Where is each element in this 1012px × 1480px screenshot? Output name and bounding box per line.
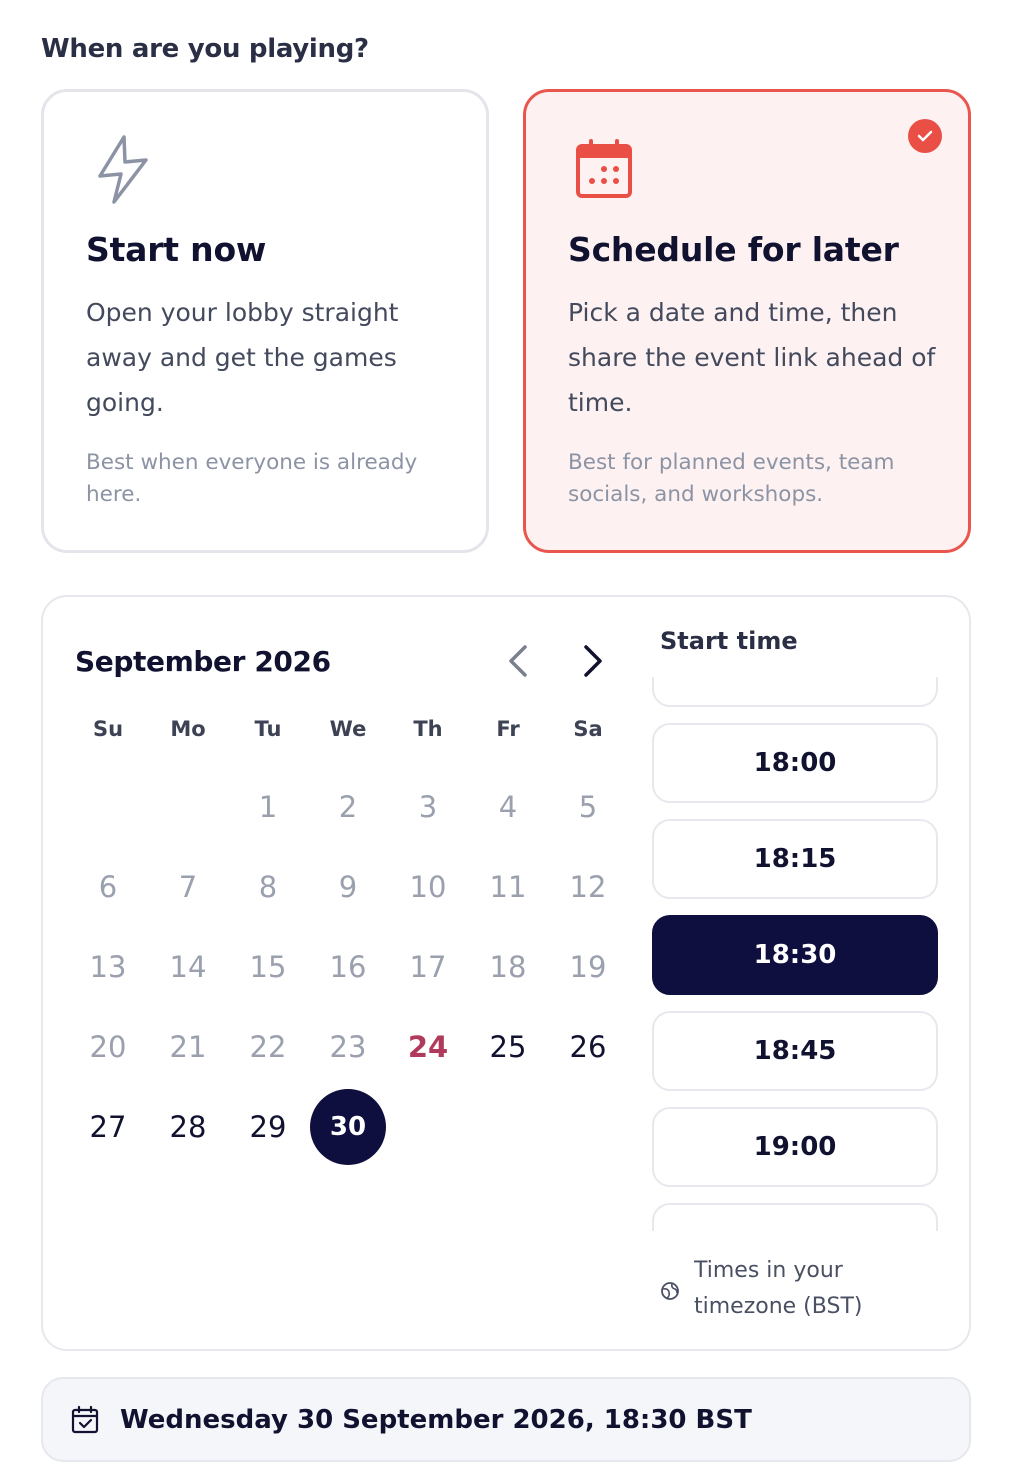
- time-slot[interactable]: 18:15: [652, 819, 938, 899]
- time-slot-list[interactable]: 18:00 18:15 18:30 18:45 19:00: [651, 677, 941, 1231]
- calendar-grid: 1 2 3 4 5 6 7 8 9 10 11 12 13 14 15 16 17 18 19 20 21 22 23 24 2…: [68, 767, 628, 1167]
- start-now-option[interactable]: Start now Open your lobby straight away …: [41, 89, 489, 553]
- calendar-day: 23: [329, 1030, 367, 1064]
- time-slot-partial[interactable]: [652, 1203, 938, 1231]
- calendar-icon: [576, 139, 632, 198]
- calendar-day: 1: [258, 790, 278, 824]
- weekday-label: Sa: [573, 717, 603, 741]
- start-now-hint: Best when everyone is already here.: [86, 450, 418, 507]
- weekday-label: Th: [413, 717, 443, 741]
- calendar-day: 11: [489, 870, 527, 904]
- calendar-day: 21: [169, 1030, 207, 1064]
- calendar-day: 13: [89, 950, 127, 984]
- calendar-day: 17: [409, 950, 447, 984]
- start-now-description: Open your lobby straight away and get th…: [86, 298, 399, 417]
- date-time-picker: September 2026 Su Mo Tu We Th Fr Sa 1234567891…: [41, 595, 971, 1351]
- time-slot[interactable]: 19:00: [652, 1107, 938, 1187]
- time-slot[interactable]: 18:00: [652, 723, 938, 803]
- weekday-label: Tu: [254, 717, 282, 741]
- chevron-left-icon: [509, 645, 527, 677]
- calendar-day[interactable]: 24: [388, 1007, 468, 1087]
- start-now-title: Start now: [86, 230, 267, 269]
- calendar-day: 8: [258, 870, 278, 904]
- calendar-day[interactable]: 29: [228, 1087, 308, 1167]
- schedule-later-description: Pick a date and time, then share the eve…: [568, 298, 936, 417]
- calendar-day: 7: [178, 870, 198, 904]
- calendar-day: 6: [98, 870, 118, 904]
- schedule-later-hint: Best for planned events, team socials, a…: [568, 450, 895, 507]
- weekday-label: Fr: [496, 717, 520, 741]
- calendar-day[interactable]: 25: [468, 1007, 548, 1087]
- schedule-later-option[interactable]: Schedule for later Pick a date and time,…: [523, 89, 971, 553]
- calendar-blank: [148, 767, 228, 847]
- chevron-right-icon: [584, 645, 602, 677]
- timezone-text: Times in your timezone (BST): [694, 1258, 863, 1319]
- summary-text: Wednesday 30 September 2026, 18:30 BST: [120, 1404, 752, 1435]
- calendar-day[interactable]: 28: [148, 1087, 228, 1167]
- calendar-day: 15: [249, 950, 287, 984]
- time-slot-selected[interactable]: 18:30: [652, 915, 938, 995]
- lightning-icon: [98, 135, 148, 204]
- selected-datetime-summary: Wednesday 30 September 2026, 18:30 BST: [41, 1377, 971, 1462]
- calendar-day: 5: [578, 790, 598, 824]
- calendar-day: 9: [338, 870, 358, 904]
- calendar-check-icon: [71, 1405, 99, 1433]
- selected-check-icon: [908, 119, 942, 153]
- next-month-button[interactable]: [573, 641, 613, 681]
- month-label: September 2026: [75, 645, 331, 678]
- globe-icon: [661, 1282, 679, 1300]
- calendar-day: 12: [569, 870, 607, 904]
- previous-month-button[interactable]: [498, 641, 538, 681]
- calendar-day: 2: [338, 790, 358, 824]
- calendar-day[interactable]: 26: [548, 1007, 628, 1087]
- selected-day-label: 30: [310, 1089, 386, 1165]
- calendar-day: 20: [89, 1030, 127, 1064]
- calendar-blank: [68, 767, 148, 847]
- calendar-day: 19: [569, 950, 607, 984]
- weekday-label: Su: [92, 717, 124, 741]
- calendar-day: 18: [489, 950, 527, 984]
- timezone-note: Times in your timezone (BST): [660, 1253, 894, 1325]
- calendar-day: 16: [329, 950, 367, 984]
- weekday-label: Mo: [170, 717, 206, 741]
- calendar-day[interactable]: 27: [68, 1087, 148, 1167]
- schedule-later-title: Schedule for later: [568, 230, 899, 269]
- calendar-day: 10: [409, 870, 447, 904]
- calendar-day: 22: [249, 1030, 287, 1064]
- calendar-day: 3: [418, 790, 438, 824]
- weekday-label: We: [329, 717, 367, 741]
- time-slot[interactable]: 18:45: [652, 1011, 938, 1091]
- calendar-day-selected[interactable]: 30: [308, 1087, 388, 1167]
- start-time-title: Start time: [660, 627, 798, 655]
- page-heading: When are you playing?: [41, 34, 369, 64]
- weekday-header: Su Mo Tu We Th Fr Sa: [68, 717, 628, 741]
- calendar-day: 14: [169, 950, 207, 984]
- calendar-day: 4: [498, 790, 518, 824]
- time-slot-partial[interactable]: [652, 677, 938, 707]
